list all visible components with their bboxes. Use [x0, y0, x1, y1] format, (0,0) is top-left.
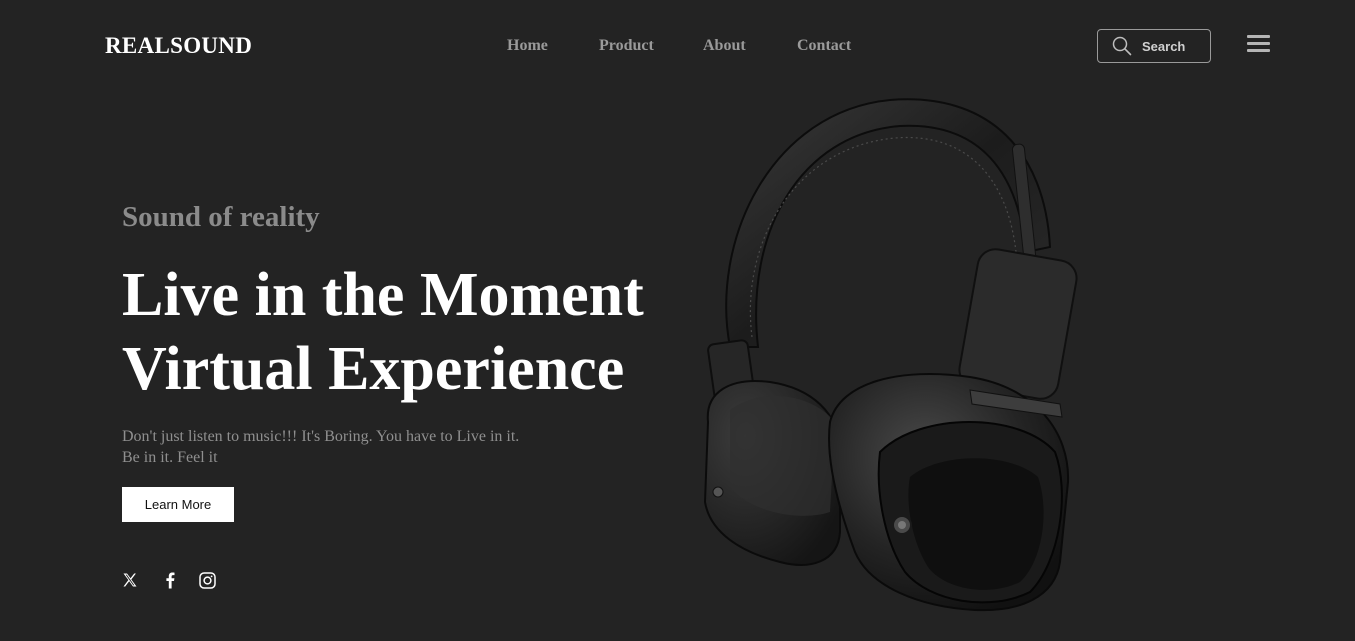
nav-item-product[interactable]: Product: [599, 37, 654, 55]
hero-headline-line-2: Virtual Experience: [122, 335, 625, 403]
search-label: Search: [1142, 38, 1186, 54]
hero-description-line-1: Don't just listen to music!!! It's Borin…: [122, 428, 520, 445]
x-twitter-icon[interactable]: [121, 571, 139, 589]
brand-logo[interactable]: REALSOUND: [105, 33, 252, 59]
nav-item-home[interactable]: Home: [507, 37, 548, 55]
hero-description-line-2: Be in it. Feel it: [122, 449, 218, 466]
search-button[interactable]: Search: [1097, 29, 1211, 63]
instagram-icon[interactable]: [198, 571, 216, 589]
hero-headline-line-1: Live in the Moment: [122, 261, 644, 329]
hero-subtitle: Sound of reality: [122, 201, 320, 233]
nav-item-about[interactable]: About: [703, 37, 746, 55]
facebook-icon[interactable]: [161, 571, 179, 589]
hero-description: Don't just listen to music!!! It's Borin…: [122, 426, 592, 468]
search-icon: [1112, 36, 1132, 56]
nav-item-contact[interactable]: Contact: [797, 37, 851, 55]
headphones-product-image: [703, 98, 1078, 612]
hero-headline: Live in the Moment Virtual Experience: [122, 258, 644, 406]
hamburger-menu-icon[interactable]: [1247, 35, 1270, 53]
learn-more-button[interactable]: Learn More: [122, 487, 234, 522]
